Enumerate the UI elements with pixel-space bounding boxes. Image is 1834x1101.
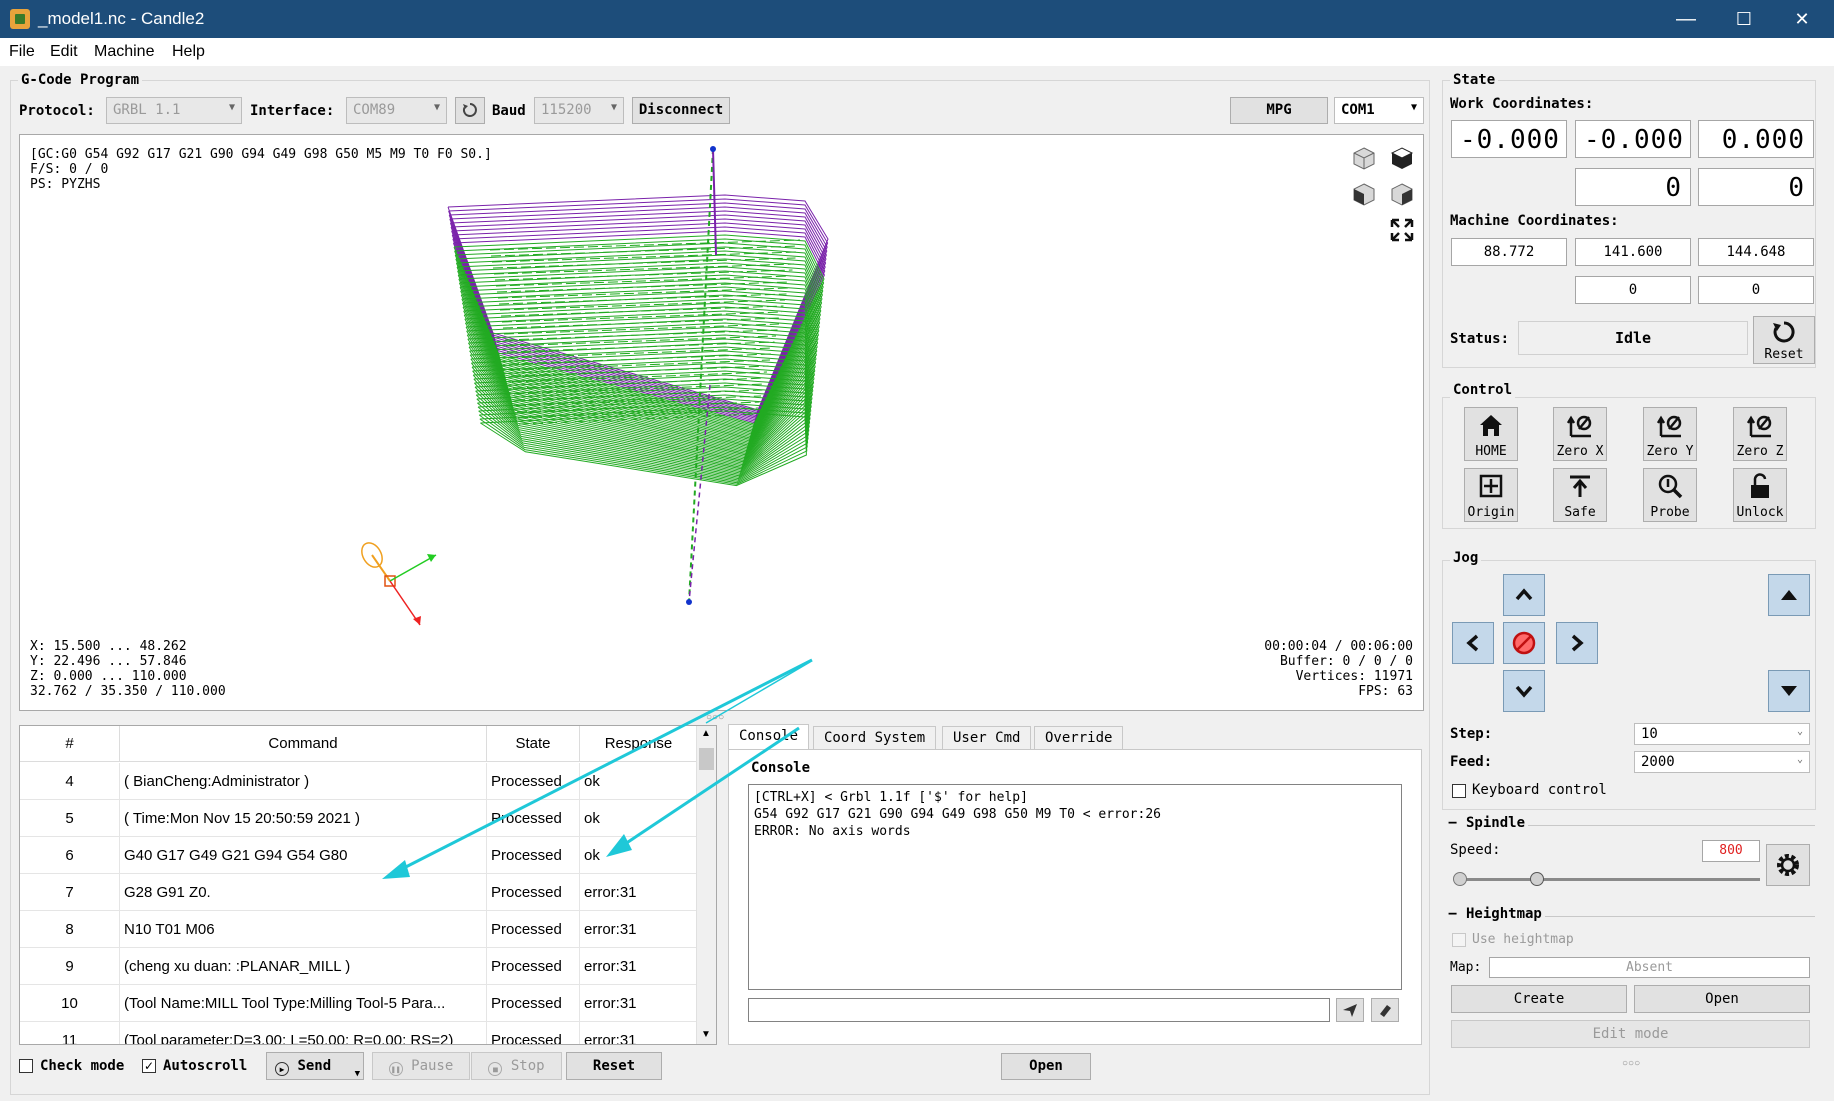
zero-axis-icon	[1567, 415, 1592, 438]
zero-y-button[interactable]: Zero Y	[1643, 407, 1697, 461]
origin-button[interactable]: Origin	[1464, 468, 1518, 522]
status-label: Status:	[1450, 331, 1510, 347]
arrow-up-icon	[1515, 588, 1533, 601]
state-reset-label: Reset	[1764, 347, 1804, 362]
work-coord-x: -0.000	[1451, 120, 1567, 158]
origin-label: Origin	[1467, 505, 1515, 520]
chevron-down-icon: ⌄	[1796, 754, 1803, 765]
panel-resize-handle[interactable]: ○○○	[1622, 1058, 1640, 1069]
spindle-slider-handle[interactable]	[1530, 872, 1544, 886]
chevron-down-icon: ⌄	[1796, 726, 1803, 737]
jog-y-plus-button[interactable]	[1503, 574, 1545, 616]
home-button[interactable]: HOME	[1464, 407, 1518, 461]
arrow-left-icon	[1466, 634, 1479, 652]
step-select[interactable]: 10 ⌄	[1634, 723, 1810, 745]
arrow-down-icon	[1515, 685, 1533, 698]
probe-label: Probe	[1650, 505, 1690, 520]
zero-y-label: Zero Y	[1646, 444, 1694, 459]
work-coords-label: Work Coordinates:	[1450, 96, 1594, 112]
gear-icon	[1777, 854, 1799, 876]
work-coord-y: -0.000	[1575, 120, 1691, 158]
spindle-slider-track[interactable]	[1458, 878, 1760, 881]
triangle-down-icon	[1781, 686, 1797, 696]
work-coord-a: 0	[1575, 168, 1691, 206]
zero-z-button[interactable]: Zero Z	[1733, 407, 1787, 461]
jog-z-minus-button[interactable]	[1768, 670, 1810, 712]
map-label: Map:	[1450, 960, 1482, 975]
unlock-label: Unlock	[1736, 505, 1784, 520]
state-title: State	[1450, 72, 1499, 88]
step-label: Step:	[1450, 726, 1493, 742]
speed-label: Speed:	[1450, 842, 1501, 858]
spindle-slider-min-handle[interactable]	[1453, 872, 1467, 886]
collapse-icon[interactable]: −	[1448, 815, 1457, 833]
stop-sign-icon	[1512, 631, 1536, 655]
machine-coords-label: Machine Coordinates:	[1450, 213, 1619, 229]
heightmap-open-button[interactable]: Open	[1634, 985, 1810, 1013]
machine-coord-a: 0	[1575, 276, 1691, 304]
step-value: 10	[1641, 726, 1658, 742]
spindle-title: Spindle	[1463, 815, 1529, 831]
machine-coord-x: 88.772	[1451, 238, 1567, 266]
jog-y-minus-button[interactable]	[1503, 670, 1545, 712]
feed-label: Feed:	[1450, 754, 1493, 770]
work-coord-b: 0	[1698, 168, 1814, 206]
use-heightmap-checkbox[interactable]	[1452, 933, 1466, 947]
jog-z-plus-button[interactable]	[1768, 574, 1810, 616]
feed-value: 2000	[1641, 754, 1675, 770]
work-coord-z: 0.000	[1698, 120, 1814, 158]
zero-axis-icon	[1747, 415, 1772, 438]
home-icon	[1480, 415, 1502, 436]
crosshair-icon	[1479, 474, 1503, 498]
home-label: HOME	[1475, 444, 1507, 459]
magnifier-icon	[1658, 474, 1683, 499]
arrow-right-icon	[1571, 634, 1584, 652]
spindle-toggle-button[interactable]	[1766, 844, 1810, 886]
control-title: Control	[1450, 382, 1516, 398]
probe-button[interactable]: Probe	[1643, 468, 1697, 522]
keyboard-control-label: Keyboard control	[1472, 782, 1607, 798]
heightmap-create-button[interactable]: Create	[1451, 985, 1627, 1013]
safe-label: Safe	[1564, 505, 1596, 520]
arrow-up-bar-icon	[1570, 475, 1590, 497]
jog-title: Jog	[1450, 550, 1482, 566]
keyboard-control-checkbox[interactable]	[1452, 784, 1466, 798]
jog-x-plus-button[interactable]	[1556, 622, 1598, 664]
triangle-up-icon	[1781, 590, 1797, 600]
heightmap-edit-mode-button[interactable]: Edit mode	[1451, 1020, 1810, 1048]
jog-x-minus-button[interactable]	[1452, 622, 1494, 664]
map-field[interactable]: Absent	[1489, 957, 1810, 978]
zero-axis-icon	[1657, 415, 1682, 438]
jog-stop-button[interactable]	[1503, 622, 1545, 664]
feed-select[interactable]: 2000 ⌄	[1634, 751, 1810, 773]
heightmap-title: Heightmap	[1463, 906, 1545, 922]
zero-x-button[interactable]: Zero X	[1553, 407, 1607, 461]
zero-x-label: Zero X	[1556, 444, 1604, 459]
use-heightmap-label: Use heightmap	[1472, 932, 1574, 947]
safe-button[interactable]: Safe	[1553, 468, 1607, 522]
zero-z-label: Zero Z	[1736, 444, 1784, 459]
collapse-icon[interactable]: −	[1448, 906, 1457, 924]
unlock-button[interactable]: Unlock	[1733, 468, 1787, 522]
unlock-icon	[1751, 473, 1769, 498]
state-reset-button[interactable]: Reset	[1753, 316, 1815, 364]
machine-coord-y: 141.600	[1575, 238, 1691, 266]
machine-coord-b: 0	[1698, 276, 1814, 304]
machine-coord-z: 144.648	[1698, 238, 1814, 266]
spindle-speed-value[interactable]: 800	[1702, 840, 1760, 862]
reset-icon	[1773, 321, 1795, 343]
status-badge: Idle	[1518, 321, 1748, 355]
